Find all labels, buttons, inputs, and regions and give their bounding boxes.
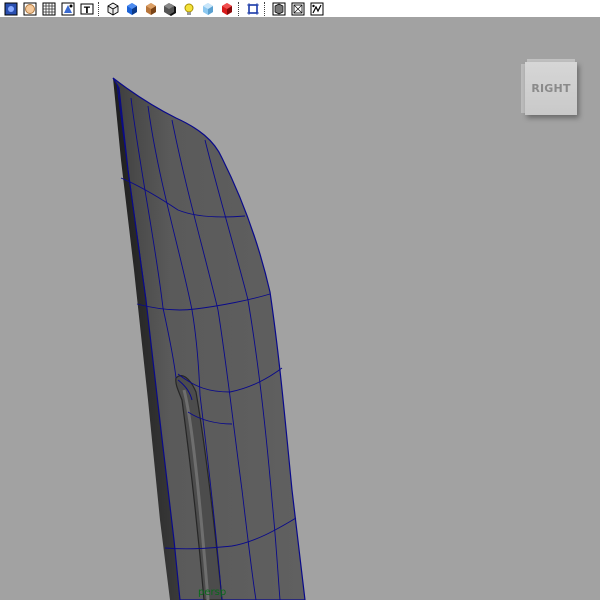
camera-name-label: persp [198, 587, 227, 598]
red-render-cube-icon[interactable] [218, 1, 235, 17]
viewcube-right-face[interactable]: RIGHT [525, 62, 577, 115]
svg-text:T: T [83, 6, 90, 16]
blue-cube-icon[interactable] [123, 1, 140, 17]
viewcube-face-label: RIGHT [531, 82, 571, 95]
material-cube-icon[interactable] [104, 1, 121, 17]
wireframe-grid-icon[interactable] [40, 1, 57, 17]
toolbar-separator [264, 1, 267, 16]
texture-t-icon[interactable]: T [78, 1, 95, 17]
isolate-icon[interactable] [244, 1, 261, 17]
light-bulb-icon[interactable] [180, 1, 197, 17]
3d-viewport[interactable]: RIGHT persp [0, 17, 600, 600]
wireframe-shaded-icon[interactable] [2, 1, 19, 17]
light-cube-icon[interactable] [199, 1, 216, 17]
textured-cube-icon[interactable] [142, 1, 159, 17]
viewport-toolbar: T [0, 0, 600, 17]
smooth-shade-icon[interactable] [59, 1, 76, 17]
xray-components-icon[interactable] [289, 1, 306, 17]
shadow-cube-icon[interactable] [161, 1, 178, 17]
toolbar-separator [238, 1, 241, 16]
xray-joints-icon[interactable] [270, 1, 287, 17]
mesh-model[interactable] [0, 17, 600, 600]
xray-icon[interactable] [21, 1, 38, 17]
toolbar-separator [98, 1, 101, 16]
viewcube[interactable]: RIGHT [518, 47, 586, 125]
film-gate-icon[interactable] [308, 1, 325, 17]
